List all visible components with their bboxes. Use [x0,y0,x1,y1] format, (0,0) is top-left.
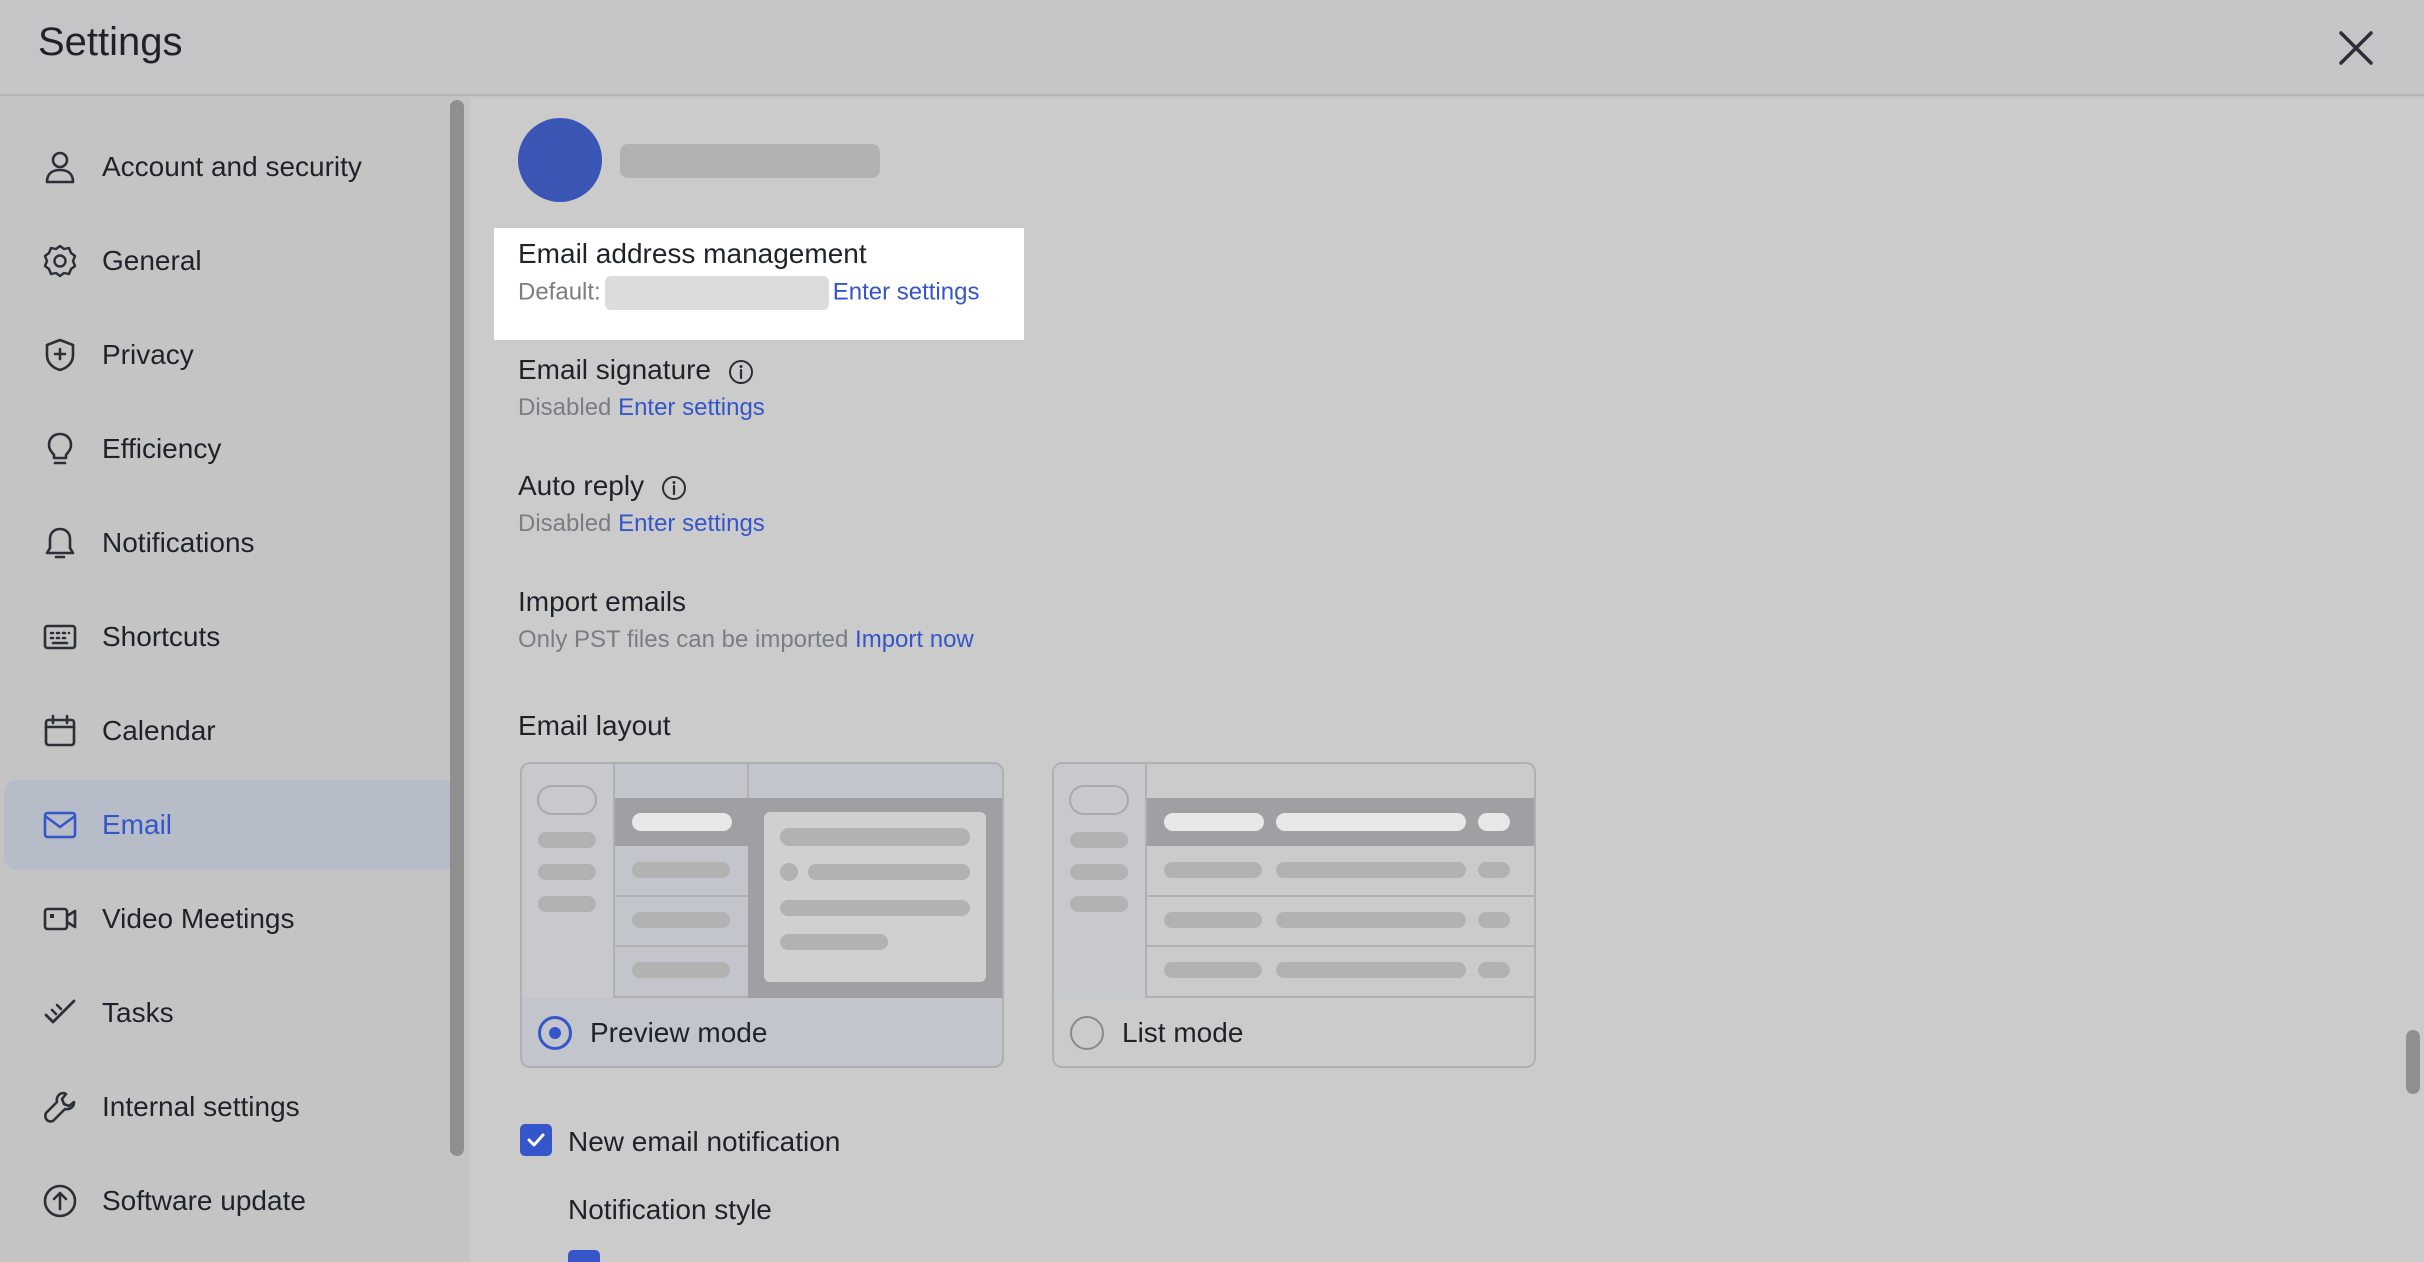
email-address-default: Default: Enter settings [518,276,979,310]
wrench-icon [40,1087,80,1127]
shield-icon [40,335,80,375]
email-signature-enter-settings-link[interactable]: Enter settings [618,394,765,421]
calendar-icon [40,711,80,751]
import-emails-note: Only PST files can be imported Import no… [518,626,974,654]
close-icon [2339,31,2373,65]
preview-mode-footer: Preview mode [522,998,1002,1066]
import-note-text: Only PST files can be imported [518,626,849,653]
sidebar-item-tasks[interactable]: Tasks [4,968,456,1058]
keyboard-icon [40,617,80,657]
info-icon[interactable] [660,474,688,502]
sidebar-item-email[interactable]: Email [4,780,456,870]
title-bar: Settings [0,0,2424,96]
sidebar: Account and security General Privacy Eff… [0,98,470,1262]
sidebar-item-label: Shortcuts [102,621,221,652]
sidebar-item-general[interactable]: General [4,216,456,306]
sidebar-item-label: Email [102,809,173,840]
video-camera-icon [40,899,80,939]
close-button[interactable] [2328,20,2384,76]
auto-reply-enter-settings-link[interactable]: Enter settings [618,510,765,537]
layout-option-list-mode[interactable]: List mode [1052,762,1536,1068]
tasks-check-icon [40,993,80,1033]
auto-reply-status: Disabled Enter settings [518,510,765,538]
import-emails-title: Import emails [518,586,687,617]
sidebar-item-shortcuts[interactable]: Shortcuts [4,592,456,682]
sidebar-item-label: Tasks [102,997,174,1028]
auto-reply-title: Auto reply [518,470,688,502]
sidebar-item-privacy[interactable]: Privacy [4,310,456,400]
sidebar-item-label: Calendar [102,715,216,746]
notification-style-checkbox[interactable] [568,1250,600,1262]
email-signature-title: Email signature [518,354,755,386]
sidebar-item-internal-settings[interactable]: Internal settings [4,1062,456,1152]
avatar [518,118,602,202]
sidebar-item-efficiency[interactable]: Efficiency [4,404,456,494]
email-address-enter-settings-link[interactable]: Enter settings [833,278,980,305]
checkmark-icon [527,1133,545,1147]
preview-mode-illustration [522,764,1002,998]
preview-mode-radio[interactable] [538,1016,572,1050]
email-layout-title: Email layout [518,710,671,741]
sidebar-item-label: Software update [102,1185,306,1216]
auto-reply-status-text: Disabled [518,510,612,537]
sidebar-item-notifications[interactable]: Notifications [4,498,456,588]
default-prefix: Default: [518,278,601,306]
default-address-redacted [604,276,829,310]
user-icon [40,147,80,187]
list-mode-footer: List mode [1054,998,1534,1066]
sidebar-scrollbar[interactable] [450,100,464,1156]
mail-icon [40,805,80,845]
gear-icon [40,241,80,281]
signature-status-text: Disabled [518,394,612,421]
sidebar-item-label: Internal settings [102,1091,300,1122]
sidebar-item-calendar[interactable]: Calendar [4,686,456,776]
email-settings-panel: Email address management Default: Enter s… [470,98,2424,1262]
list-mode-label: List mode [1122,1017,1244,1048]
list-mode-radio[interactable] [1070,1016,1104,1050]
new-email-notification-checkbox[interactable] [520,1124,552,1156]
sidebar-item-video-meetings[interactable]: Video Meetings [4,874,456,964]
sidebar-item-label: General [102,245,202,276]
email-signature-status: Disabled Enter settings [518,394,765,422]
preview-mode-label: Preview mode [590,1017,768,1048]
info-icon[interactable] [727,358,755,386]
sidebar-item-label: Notifications [102,527,255,558]
layout-option-preview-mode[interactable]: Preview mode [520,762,1004,1068]
email-address-management-title: Email address management [518,238,867,269]
sidebar-item-label: Privacy [102,339,194,370]
lightbulb-icon [40,429,80,469]
sidebar-item-account-security[interactable]: Account and security [4,122,456,212]
list-mode-illustration [1054,764,1534,998]
page-title: Settings [38,20,183,64]
auto-reply-label: Auto reply [518,470,645,501]
import-now-link[interactable]: Import now [855,626,974,653]
notification-style-title: Notification style [568,1194,772,1225]
bell-icon [40,523,80,563]
main-scrollbar[interactable] [2406,1030,2420,1094]
user-name-redacted [620,144,880,178]
new-email-notification-label: New email notification [568,1126,841,1157]
email-signature-label: Email signature [518,354,711,385]
sidebar-item-label: Efficiency [102,433,222,464]
sidebar-item-label: Video Meetings [102,903,295,934]
upload-arrow-icon [40,1181,80,1221]
sidebar-item-label: Account and security [102,151,362,182]
sidebar-item-software-update[interactable]: Software update [4,1156,456,1246]
